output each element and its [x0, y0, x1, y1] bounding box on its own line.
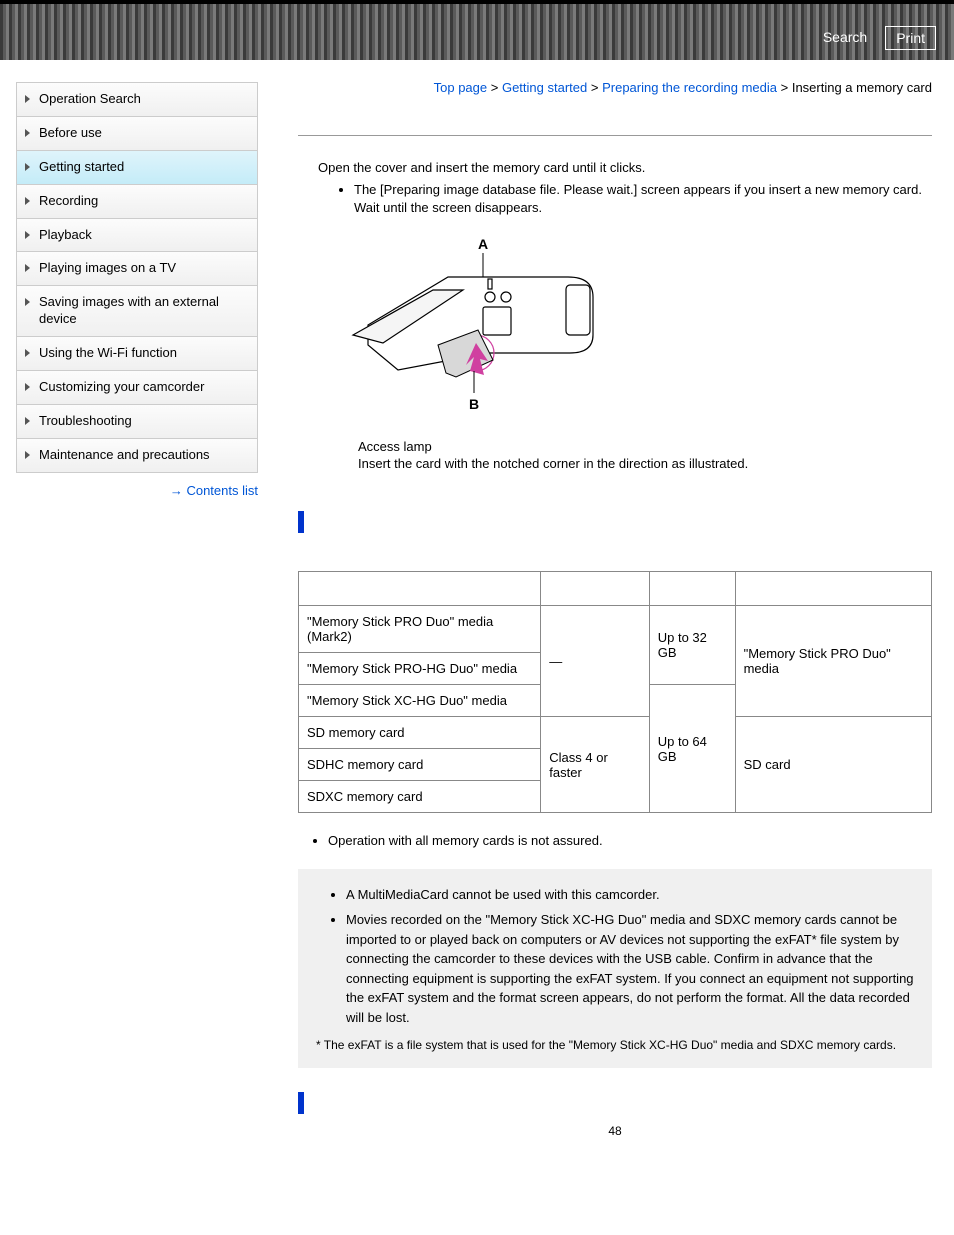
- th-3: [649, 572, 735, 606]
- nav-item-playback[interactable]: Playback: [17, 219, 257, 253]
- nav-item-playing-on-tv[interactable]: Playing images on a TV: [17, 252, 257, 286]
- td-64gb: Up to 64 GB: [649, 685, 735, 813]
- td-dash: —: [541, 606, 649, 717]
- td-ms-xc-hg-duo: "Memory Stick XC-HG Duo" media: [299, 685, 541, 717]
- nav-item-wifi[interactable]: Using the Wi-Fi function: [17, 337, 257, 371]
- main-content: Top page > Getting started > Preparing t…: [268, 60, 954, 1168]
- note-exfat: Movies recorded on the "Memory Stick XC-…: [346, 910, 914, 1027]
- th-4: [735, 572, 931, 606]
- nav-item-troubleshooting[interactable]: Troubleshooting: [17, 405, 257, 439]
- crumb-sep: >: [591, 80, 599, 95]
- section-bar-icon: [298, 511, 304, 533]
- nav-item-saving-external[interactable]: Saving images with an external device: [17, 286, 257, 337]
- nav-item-customizing[interactable]: Customizing your camcorder: [17, 371, 257, 405]
- td-sdxc: SDXC memory card: [299, 781, 541, 813]
- body-bullets: Operation with all memory cards is not a…: [328, 831, 932, 851]
- note-multimediacard: A MultiMediaCard cannot be used with thi…: [346, 885, 914, 905]
- nav-item-operation-search[interactable]: Operation Search: [17, 83, 257, 117]
- search-button[interactable]: Search: [813, 26, 877, 50]
- page-header: Search Print: [0, 0, 954, 60]
- crumb-sep: >: [491, 80, 499, 95]
- contents-list-link[interactable]: Contents list: [16, 483, 258, 498]
- nav-item-recording[interactable]: Recording: [17, 185, 257, 219]
- insert-direction-line: Insert the card with the notched corner …: [358, 456, 932, 471]
- crumb-preparing[interactable]: Preparing the recording media: [602, 80, 777, 95]
- label-b: B: [469, 396, 479, 412]
- breadcrumb: Top page > Getting started > Preparing t…: [298, 80, 932, 95]
- step-bullets: The [Preparing image database file. Plea…: [354, 181, 932, 217]
- td-32gb: Up to 32 GB: [649, 606, 735, 685]
- nav-item-getting-started[interactable]: Getting started: [17, 151, 257, 185]
- table-row: "Memory Stick PRO Duo" media (Mark2) — U…: [299, 606, 932, 653]
- step-open-cover: Open the cover and insert the memory car…: [318, 160, 932, 175]
- notes-box: A MultiMediaCard cannot be used with thi…: [298, 869, 932, 1068]
- media-compatibility-table: "Memory Stick PRO Duo" media (Mark2) — U…: [298, 571, 932, 813]
- bullet-not-assured: Operation with all memory cards is not a…: [328, 831, 932, 851]
- td-ms-pro-duo: "Memory Stick PRO Duo" media: [735, 606, 931, 717]
- exfat-footnote: * The exFAT is a file system that is use…: [316, 1037, 914, 1054]
- td-sdhc: SDHC memory card: [299, 749, 541, 781]
- nav-list: Operation Search Before use Getting star…: [16, 82, 258, 473]
- bullet-preparing-db: The [Preparing image database file. Plea…: [354, 181, 932, 217]
- td-ms-pro-hg-duo: "Memory Stick PRO-HG Duo" media: [299, 653, 541, 685]
- page-number: 48: [298, 1124, 932, 1138]
- divider: [298, 135, 932, 136]
- sidebar: Operation Search Before use Getting star…: [0, 60, 268, 1168]
- td-sd: SD memory card: [299, 717, 541, 749]
- td-ms-pro-duo-mark2: "Memory Stick PRO Duo" media (Mark2): [299, 606, 541, 653]
- crumb-top[interactable]: Top page: [434, 80, 488, 95]
- notes-list: A MultiMediaCard cannot be used with thi…: [346, 885, 914, 1028]
- td-sdcard: SD card: [735, 717, 931, 813]
- nav-item-before-use[interactable]: Before use: [17, 117, 257, 151]
- camcorder-illustration: A B: [338, 235, 628, 425]
- td-class4: Class 4 or faster: [541, 717, 649, 813]
- print-button[interactable]: Print: [885, 26, 936, 50]
- th-1: [299, 572, 541, 606]
- section-bar-icon: [298, 1092, 304, 1114]
- access-lamp-line: Access lamp: [358, 439, 932, 454]
- crumb-current: Inserting a memory card: [792, 80, 932, 95]
- crumb-sep: >: [781, 80, 789, 95]
- th-2: [541, 572, 649, 606]
- label-a: A: [478, 236, 488, 252]
- table-header-row: [299, 572, 932, 606]
- nav-item-maintenance[interactable]: Maintenance and precautions: [17, 439, 257, 472]
- header-buttons: Search Print: [813, 26, 936, 50]
- table-row: SD memory card Class 4 or faster SD card: [299, 717, 932, 749]
- crumb-getting-started[interactable]: Getting started: [502, 80, 587, 95]
